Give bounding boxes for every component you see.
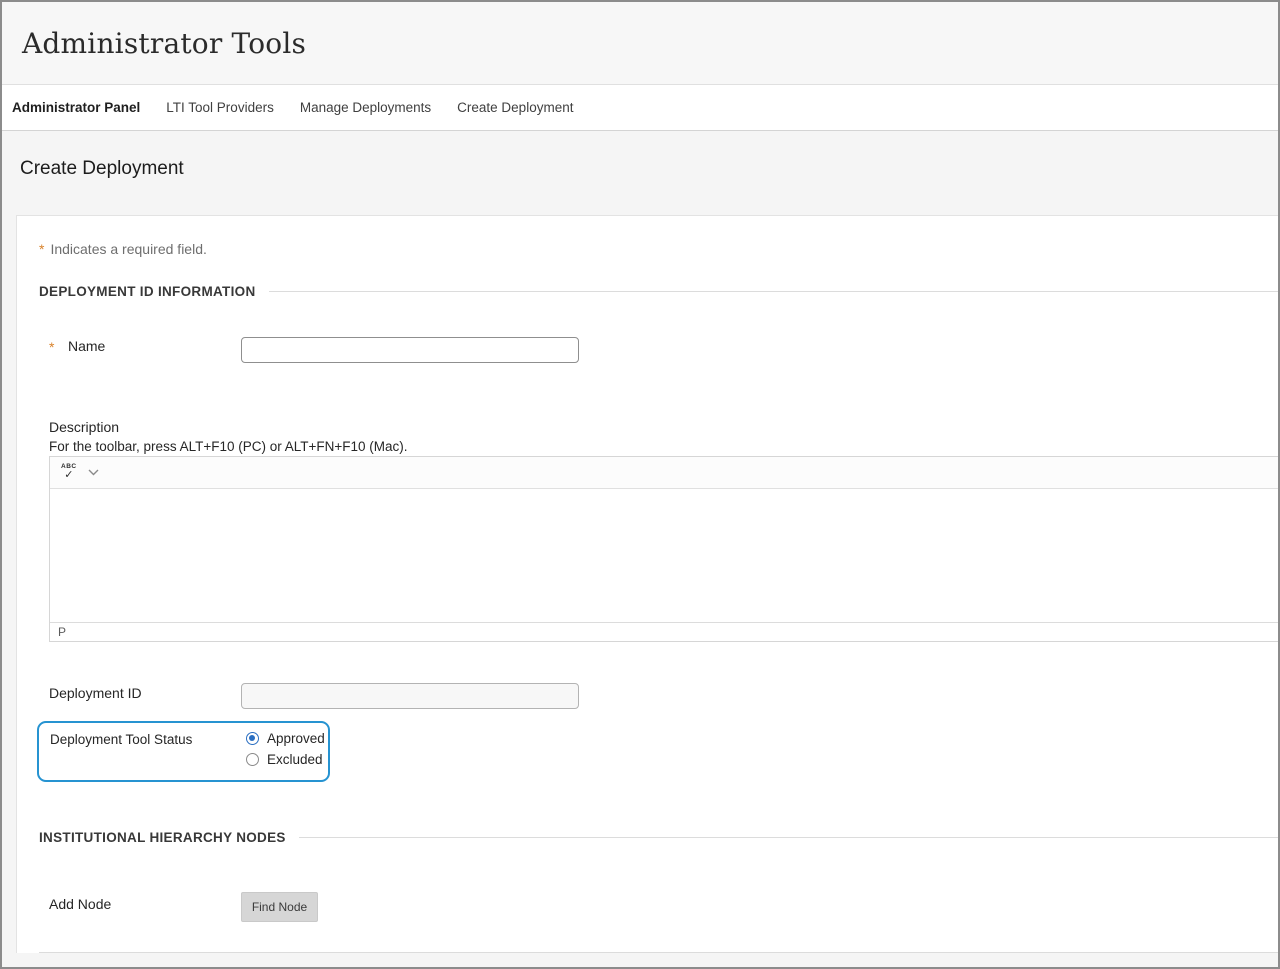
radio-option-approved[interactable]: Approved: [246, 731, 325, 746]
required-note-text: Indicates a required field.: [50, 241, 206, 257]
radio-option-excluded[interactable]: Excluded: [246, 752, 325, 767]
section-divider: [299, 837, 1278, 838]
breadcrumb-item-administrator-panel[interactable]: Administrator Panel: [12, 100, 140, 115]
deployment-tool-status-label: Deployment Tool Status: [50, 732, 192, 747]
description-rich-text-editor: ABC ✓ P: [49, 456, 1278, 642]
editor-element-path: P: [58, 625, 66, 639]
name-label: Name: [68, 338, 105, 354]
panel-bottom-divider: [39, 952, 1278, 953]
section-divider: [269, 291, 1279, 292]
section-deployment-id-information: DEPLOYMENT ID INFORMATION: [39, 284, 1278, 299]
breadcrumb-item-lti-tool-providers[interactable]: LTI Tool Providers: [166, 100, 274, 115]
editor-content-area[interactable]: [50, 489, 1278, 622]
app-title: Administrator Tools: [22, 27, 306, 60]
admin-tools-window: Administrator Tools Administrator Panel …: [0, 0, 1280, 969]
find-node-button[interactable]: Find Node: [241, 892, 318, 922]
deployment-id-input[interactable]: [241, 683, 579, 709]
name-input[interactable]: [241, 337, 579, 363]
radio-approved-icon[interactable]: [246, 732, 259, 745]
tool-status-radio-group: Approved Excluded: [246, 731, 325, 767]
description-label: Description: [49, 419, 119, 435]
breadcrumb: Administrator Panel LTI Tool Providers M…: [2, 85, 1278, 131]
radio-approved-label: Approved: [267, 731, 325, 746]
page-title-band: Create Deployment: [2, 131, 1278, 215]
section-institutional-hierarchy-nodes: INSTITUTIONAL HIERARCHY NODES: [39, 830, 1278, 845]
app-header: Administrator Tools: [2, 2, 1278, 85]
section-title: DEPLOYMENT ID INFORMATION: [39, 284, 256, 299]
radio-excluded-label: Excluded: [267, 752, 323, 767]
section-title: INSTITUTIONAL HIERARCHY NODES: [39, 830, 286, 845]
breadcrumb-item-manage-deployments[interactable]: Manage Deployments: [300, 100, 431, 115]
page-body: * Indicates a required field. DEPLOYMENT …: [2, 215, 1278, 967]
page-title: Create Deployment: [2, 131, 1278, 180]
required-asterisk-icon: *: [39, 241, 44, 257]
deployment-tool-status-group: Deployment Tool Status Approved Excluded: [37, 721, 330, 782]
name-required-asterisk-icon: *: [49, 339, 54, 355]
editor-status-bar: P: [50, 622, 1278, 641]
chevron-down-icon[interactable]: [88, 469, 99, 476]
spellcheck-icon[interactable]: ABC ✓: [61, 464, 77, 481]
form-panel: * Indicates a required field. DEPLOYMENT …: [16, 215, 1278, 953]
deployment-id-label: Deployment ID: [49, 685, 142, 701]
breadcrumb-item-create-deployment: Create Deployment: [457, 100, 573, 115]
required-field-note: * Indicates a required field.: [39, 241, 207, 257]
editor-toolbar: ABC ✓: [50, 457, 1278, 489]
add-node-label: Add Node: [49, 896, 111, 912]
radio-excluded-icon[interactable]: [246, 753, 259, 766]
description-toolbar-hint: For the toolbar, press ALT+F10 (PC) or A…: [49, 439, 408, 454]
